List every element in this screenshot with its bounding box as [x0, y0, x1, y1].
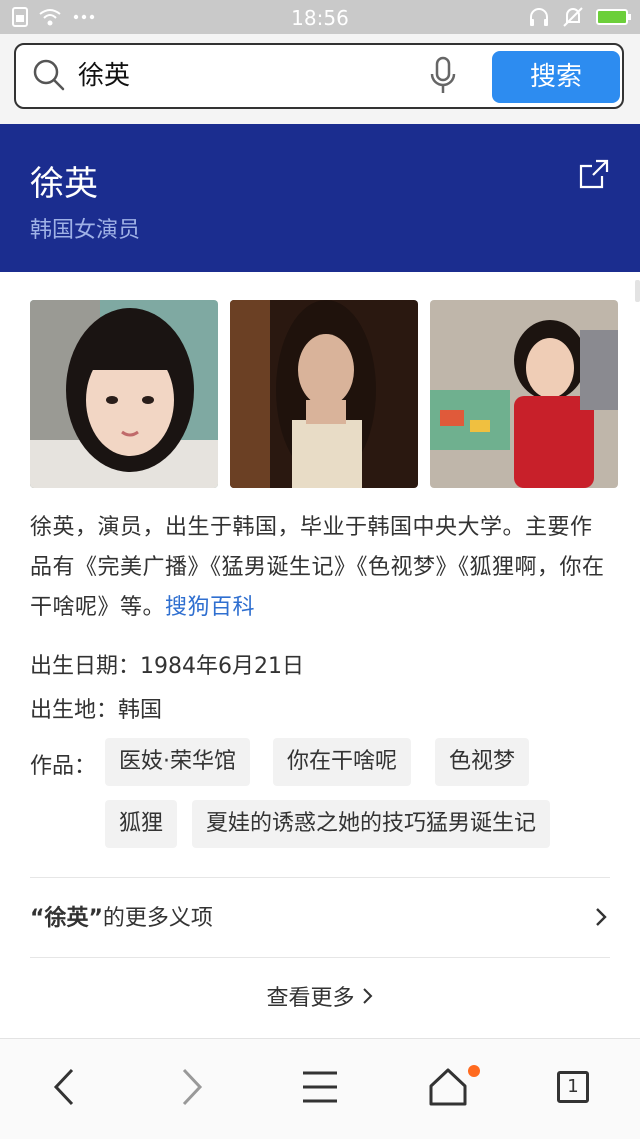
more-senses-keyword: “徐英” — [30, 906, 103, 931]
battery-icon — [596, 9, 631, 25]
photo-3[interactable] — [430, 300, 618, 488]
entity-name: 徐英 — [30, 164, 98, 204]
work-tag[interactable]: 夏娃的诱惑之她的技巧猛男诞生记 — [192, 800, 551, 848]
share-icon[interactable] — [578, 158, 610, 190]
more-senses-label: 的更多义项 — [102, 906, 213, 931]
divider — [30, 877, 610, 878]
notification-dot — [468, 1065, 480, 1077]
source-link[interactable]: 搜狗百科 — [165, 595, 255, 620]
tabs-button[interactable]: 1 — [557, 1071, 589, 1103]
work-tag[interactable]: 色视梦 — [435, 738, 530, 786]
birth-place: 出生地：韩国 — [30, 698, 163, 723]
photo-gallery — [30, 300, 618, 488]
work-tag[interactable]: 你在干啥呢 — [273, 738, 412, 786]
photo-2[interactable] — [230, 300, 418, 488]
entity-header: 徐英 韩国女演员 — [0, 124, 640, 272]
bottom-nav: 1 — [0, 1038, 640, 1139]
forward-icon[interactable] — [178, 1067, 206, 1107]
divider — [30, 957, 610, 958]
search-button[interactable]: 搜索 — [492, 51, 620, 103]
search-query[interactable]: 徐英 — [78, 59, 130, 93]
more-senses-link[interactable]: “徐英”的更多义项 — [30, 900, 213, 932]
home-icon[interactable] — [428, 1067, 468, 1107]
search-input[interactable]: 徐英 搜索 — [14, 43, 624, 109]
photo-1[interactable] — [30, 300, 218, 488]
chevron-right-icon[interactable] — [594, 906, 608, 928]
status-right — [528, 6, 631, 28]
entity-subtitle: 韩国女演员 — [30, 218, 141, 243]
view-more-label: 查看更多 — [266, 986, 355, 1011]
search-icon — [33, 59, 65, 91]
mute-icon — [563, 7, 583, 27]
status-bar: 18:56 — [0, 0, 640, 34]
scroll-indicator — [635, 280, 640, 302]
summary-text: 徐英，演员，出生于韩国，毕业于韩国中央大学。主要作品有《完美广播》《猛男诞生记》… — [30, 515, 605, 620]
view-more-link[interactable]: 查看更多 — [0, 980, 640, 1012]
menu-icon[interactable] — [302, 1067, 338, 1107]
chevron-right-icon — [362, 988, 372, 1004]
microphone-icon[interactable] — [428, 56, 458, 96]
works-label: 作品： — [30, 754, 97, 779]
headphones-icon — [530, 8, 548, 26]
work-tag[interactable]: 医妓·荣华馆 — [105, 738, 250, 786]
back-icon[interactable] — [50, 1067, 78, 1107]
search-area: 徐英 搜索 — [0, 34, 640, 124]
birth-date: 出生日期：1984年6月21日 — [30, 654, 304, 679]
work-tag[interactable]: 狐狸 — [105, 800, 178, 848]
entity-card: 徐英，演员，出生于韩国，毕业于韩国中央大学。主要作品有《完美广播》《猛男诞生记》… — [0, 272, 640, 1038]
entity-summary: 徐英，演员，出生于韩国，毕业于韩国中央大学。主要作品有《完美广播》《猛男诞生记》… — [30, 508, 612, 628]
